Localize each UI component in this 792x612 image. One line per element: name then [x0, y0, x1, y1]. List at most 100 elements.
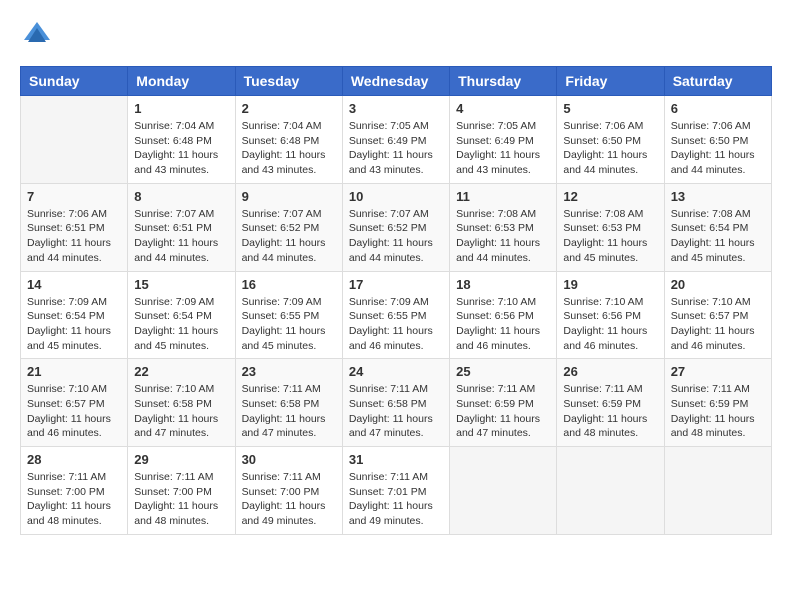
day-info: Sunrise: 7:04 AM Sunset: 6:48 PM Dayligh… — [134, 119, 228, 178]
daylight-label: Daylight: 11 hours and 47 minutes. — [242, 413, 326, 440]
sunset-time: 7:00 PM — [173, 486, 212, 498]
day-number: 4 — [456, 101, 550, 116]
day-number: 7 — [27, 189, 121, 204]
sunset-label: Sunset: — [349, 486, 388, 498]
sunset-time: 6:55 PM — [387, 310, 426, 322]
day-info: Sunrise: 7:09 AM Sunset: 6:55 PM Dayligh… — [242, 295, 336, 354]
sunset-label: Sunset: — [563, 398, 602, 410]
sunset-label: Sunset: — [134, 222, 173, 234]
sunrise-time: 7:09 AM — [176, 296, 215, 308]
sunset-label: Sunset: — [27, 486, 66, 498]
day-info: Sunrise: 7:04 AM Sunset: 6:48 PM Dayligh… — [242, 119, 336, 178]
sunrise-time: 7:09 AM — [283, 296, 322, 308]
calendar-cell: 19 Sunrise: 7:10 AM Sunset: 6:56 PM Dayl… — [557, 271, 664, 359]
sunset-label: Sunset: — [456, 398, 495, 410]
daylight-label: Daylight: 11 hours and 44 minutes. — [563, 149, 647, 176]
sunset-time: 6:59 PM — [602, 398, 641, 410]
day-info: Sunrise: 7:08 AM Sunset: 6:53 PM Dayligh… — [456, 207, 550, 266]
calendar-cell — [21, 96, 128, 184]
daylight-label: Daylight: 11 hours and 45 minutes. — [671, 237, 755, 264]
daylight-label: Daylight: 11 hours and 45 minutes. — [563, 237, 647, 264]
calendar-cell: 4 Sunrise: 7:05 AM Sunset: 6:49 PM Dayli… — [450, 96, 557, 184]
sunset-label: Sunset: — [134, 486, 173, 498]
sunrise-time: 7:11 AM — [283, 383, 321, 395]
day-info: Sunrise: 7:11 AM Sunset: 7:00 PM Dayligh… — [27, 470, 121, 529]
sunrise-label: Sunrise: — [349, 471, 390, 483]
day-number: 13 — [671, 189, 765, 204]
calendar-cell — [557, 447, 664, 535]
day-of-week-header: Thursday — [450, 67, 557, 96]
day-of-week-header: Monday — [128, 67, 235, 96]
sunrise-time: 7:07 AM — [390, 208, 429, 220]
calendar-cell: 14 Sunrise: 7:09 AM Sunset: 6:54 PM Dayl… — [21, 271, 128, 359]
day-number: 11 — [456, 189, 550, 204]
sunrise-label: Sunrise: — [456, 208, 497, 220]
calendar-table: SundayMondayTuesdayWednesdayThursdayFrid… — [20, 66, 772, 535]
sunrise-label: Sunrise: — [242, 296, 283, 308]
day-number: 21 — [27, 364, 121, 379]
sunrise-label: Sunrise: — [134, 296, 175, 308]
day-info: Sunrise: 7:07 AM Sunset: 6:52 PM Dayligh… — [349, 207, 443, 266]
daylight-label: Daylight: 11 hours and 43 minutes. — [134, 149, 218, 176]
sunrise-label: Sunrise: — [671, 120, 712, 132]
day-info: Sunrise: 7:09 AM Sunset: 6:55 PM Dayligh… — [349, 295, 443, 354]
sunrise-label: Sunrise: — [242, 471, 283, 483]
sunrise-label: Sunrise: — [563, 120, 604, 132]
day-info: Sunrise: 7:11 AM Sunset: 6:59 PM Dayligh… — [563, 382, 657, 441]
sunrise-label: Sunrise: — [27, 471, 68, 483]
sunrise-time: 7:07 AM — [283, 208, 322, 220]
calendar-week-row: 21 Sunrise: 7:10 AM Sunset: 6:57 PM Dayl… — [21, 359, 772, 447]
daylight-label: Daylight: 11 hours and 44 minutes. — [456, 237, 540, 264]
day-number: 24 — [349, 364, 443, 379]
calendar-cell: 29 Sunrise: 7:11 AM Sunset: 7:00 PM Dayl… — [128, 447, 235, 535]
sunrise-time: 7:05 AM — [498, 120, 537, 132]
daylight-label: Daylight: 11 hours and 44 minutes. — [671, 149, 755, 176]
day-number: 8 — [134, 189, 228, 204]
sunrise-time: 7:11 AM — [712, 383, 750, 395]
calendar-cell: 24 Sunrise: 7:11 AM Sunset: 6:58 PM Dayl… — [342, 359, 449, 447]
sunrise-time: 7:11 AM — [390, 471, 428, 483]
sunset-label: Sunset: — [242, 222, 281, 234]
sunrise-label: Sunrise: — [27, 208, 68, 220]
day-info: Sunrise: 7:11 AM Sunset: 6:59 PM Dayligh… — [456, 382, 550, 441]
sunrise-label: Sunrise: — [671, 383, 712, 395]
sunrise-label: Sunrise: — [671, 208, 712, 220]
day-number: 19 — [563, 277, 657, 292]
sunset-time: 6:49 PM — [387, 135, 426, 147]
daylight-label: Daylight: 11 hours and 43 minutes. — [242, 149, 326, 176]
daylight-label: Daylight: 11 hours and 44 minutes. — [242, 237, 326, 264]
sunrise-label: Sunrise: — [349, 383, 390, 395]
sunset-label: Sunset: — [563, 222, 602, 234]
day-number: 14 — [27, 277, 121, 292]
sunset-label: Sunset: — [134, 310, 173, 322]
sunrise-time: 7:10 AM — [176, 383, 215, 395]
day-of-week-header: Friday — [557, 67, 664, 96]
page-header — [20, 20, 772, 56]
sunrise-label: Sunrise: — [563, 208, 604, 220]
sunrise-label: Sunrise: — [134, 208, 175, 220]
calendar-cell — [664, 447, 771, 535]
calendar-cell: 30 Sunrise: 7:11 AM Sunset: 7:00 PM Dayl… — [235, 447, 342, 535]
sunset-label: Sunset: — [242, 486, 281, 498]
sunset-label: Sunset: — [671, 135, 710, 147]
sunrise-time: 7:09 AM — [68, 296, 107, 308]
daylight-label: Daylight: 11 hours and 44 minutes. — [27, 237, 111, 264]
sunrise-time: 7:11 AM — [390, 383, 428, 395]
sunset-time: 6:59 PM — [495, 398, 534, 410]
sunset-label: Sunset: — [242, 310, 281, 322]
sunrise-time: 7:06 AM — [712, 120, 751, 132]
day-of-week-header: Wednesday — [342, 67, 449, 96]
daylight-label: Daylight: 11 hours and 47 minutes. — [456, 413, 540, 440]
daylight-label: Daylight: 11 hours and 48 minutes. — [671, 413, 755, 440]
sunset-time: 6:54 PM — [709, 222, 748, 234]
sunrise-label: Sunrise: — [242, 120, 283, 132]
day-info: Sunrise: 7:08 AM Sunset: 6:53 PM Dayligh… — [563, 207, 657, 266]
day-number: 9 — [242, 189, 336, 204]
day-info: Sunrise: 7:11 AM Sunset: 7:00 PM Dayligh… — [134, 470, 228, 529]
day-info: Sunrise: 7:06 AM Sunset: 6:51 PM Dayligh… — [27, 207, 121, 266]
calendar-cell: 9 Sunrise: 7:07 AM Sunset: 6:52 PM Dayli… — [235, 183, 342, 271]
calendar-cell: 8 Sunrise: 7:07 AM Sunset: 6:51 PM Dayli… — [128, 183, 235, 271]
daylight-label: Daylight: 11 hours and 44 minutes. — [349, 237, 433, 264]
daylight-label: Daylight: 11 hours and 45 minutes. — [242, 325, 326, 352]
calendar-cell: 28 Sunrise: 7:11 AM Sunset: 7:00 PM Dayl… — [21, 447, 128, 535]
